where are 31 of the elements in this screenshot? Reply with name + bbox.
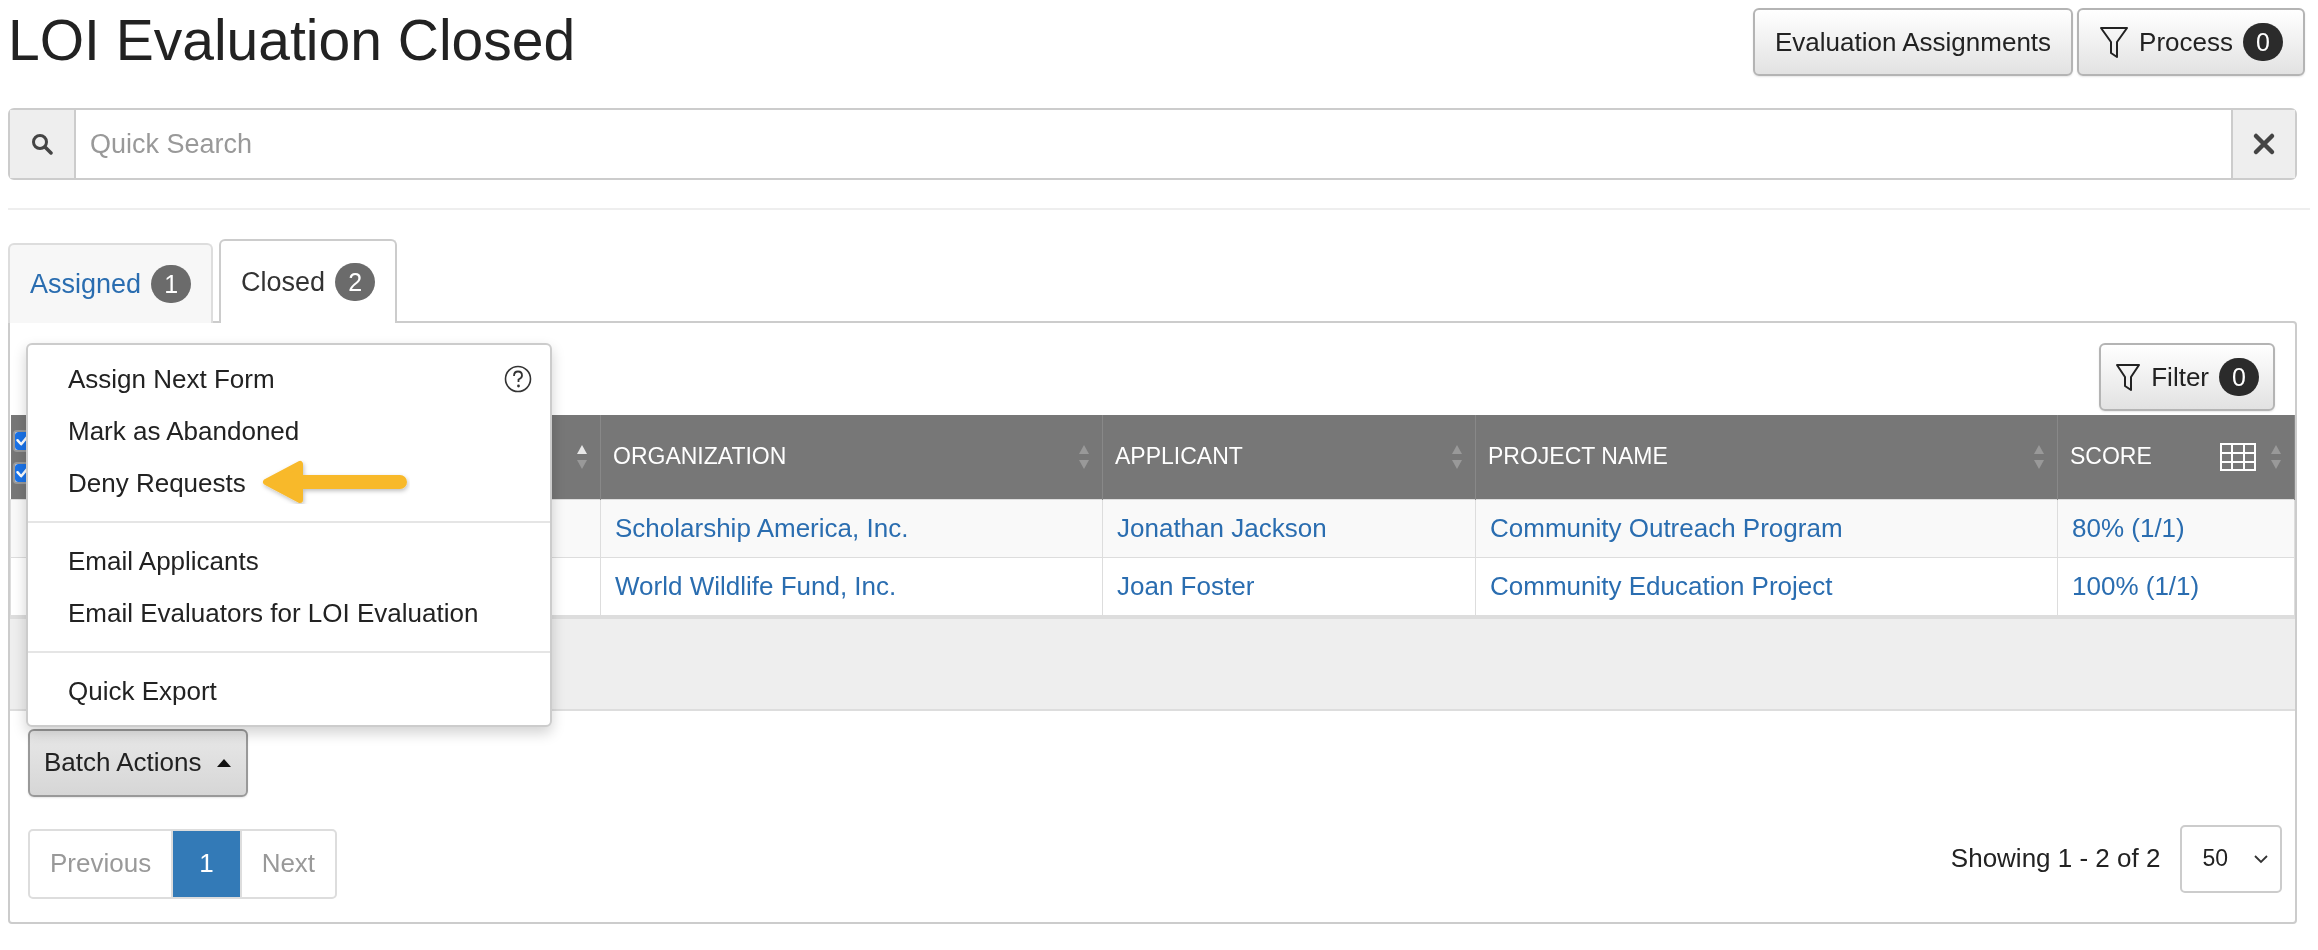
count-badge: 0	[2219, 358, 2259, 396]
count-badge: 1	[151, 265, 192, 303]
filter-icon	[2115, 362, 2142, 392]
column-header[interactable]: APPLICANT	[1102, 415, 1476, 499]
menu-item[interactable]: Email Evaluators for LOI Evaluation	[68, 597, 479, 629]
count-badge: 0	[2243, 23, 2283, 61]
menu-item[interactable]: Mark as Abandoned	[68, 415, 300, 447]
filter-button[interactable]: Filter 0	[2099, 343, 2275, 411]
page-size-select[interactable]: 50	[2180, 824, 2282, 893]
chevron-down-icon	[2254, 853, 2268, 864]
column-header[interactable]: SCORE	[2057, 415, 2295, 499]
table-link[interactable]: Joan Foster	[1117, 570, 1255, 601]
menu-item[interactable]: Assign Next Form	[68, 363, 275, 395]
clear-button[interactable]	[2231, 110, 2295, 178]
column-header[interactable]: ORGANIZATION	[600, 415, 1103, 499]
column-header[interactable]: PROJECT NAME	[1475, 415, 2058, 499]
filter-icon	[2099, 25, 2130, 59]
page-title: LOI Evaluation Closed	[8, 8, 576, 72]
close-icon	[2252, 132, 2276, 156]
results-count: Showing 1 - 2 of 2	[1950, 843, 2161, 874]
menu-item[interactable]: Deny Requests	[68, 467, 246, 499]
page-button[interactable]: 1	[171, 830, 240, 897]
menu-item[interactable]: Email Applicants	[68, 545, 259, 577]
tab[interactable]: Assigned 1	[8, 243, 214, 323]
count-badge: 2	[335, 263, 376, 301]
menu-item[interactable]: Quick Export	[68, 675, 217, 707]
tab[interactable]: Closed 2	[219, 239, 398, 323]
batch-actions-button[interactable]: Batch Actions	[28, 728, 248, 797]
evaluation-assignments-button[interactable]: Evaluation Assignments	[1753, 8, 2074, 76]
process-button[interactable]: Process 0	[2077, 8, 2305, 76]
search-icon	[31, 133, 53, 155]
